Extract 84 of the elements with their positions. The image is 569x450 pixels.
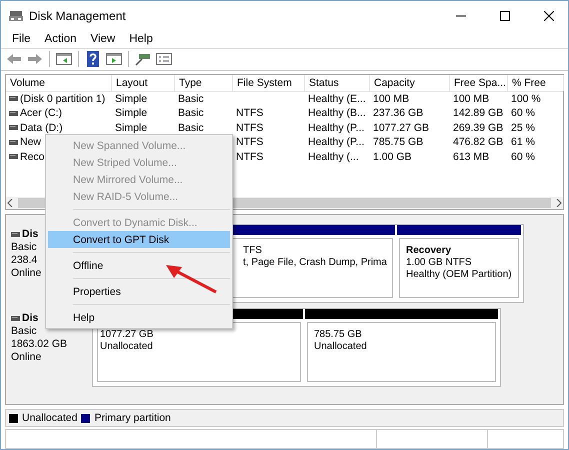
drive-icon (9, 140, 18, 145)
column-header[interactable]: Type (175, 74, 233, 91)
partition-info: Healthy (OEM Partition) (406, 269, 512, 280)
maximize-icon (500, 11, 510, 21)
disk-info: Basic (11, 241, 37, 254)
table-cell: (Disk 0 partition 1) (20, 92, 106, 105)
table-cell: Healthy (E... (308, 92, 366, 105)
table-cell: 142.89 GB (453, 107, 504, 120)
disk-info: Online (11, 351, 42, 364)
table-cell: 476.82 GB (453, 136, 504, 148)
table-cell: Healthy (... (308, 150, 359, 163)
drive-icon (9, 125, 18, 130)
table-cell: 60 % (511, 150, 535, 163)
menu-item[interactable]: Help (122, 33, 160, 46)
column-header[interactable]: File System (233, 74, 305, 91)
drive-icon (9, 96, 18, 102)
disk-info: Basic (11, 325, 37, 338)
partition-block[interactable]: Recovery 1.00 GB NTFS Healthy (OEM Partition) (399, 238, 519, 298)
disk-info: Online (11, 267, 42, 280)
drive-icon (9, 110, 18, 116)
disk-info: 238.4 (11, 254, 38, 266)
table-cell: 613 MB (453, 150, 490, 163)
partition-info: t, Page File, Crash Dump, Prima (243, 257, 387, 268)
help-button[interactable] (84, 50, 102, 68)
table-cell: NTFS (236, 122, 264, 134)
annotation-arrow (164, 263, 219, 295)
table-cell: 100 % (511, 92, 541, 105)
table-cell: 237.36 GB (373, 107, 424, 120)
table-cell: Data (D:) (20, 122, 63, 134)
column-header[interactable]: Status (305, 74, 370, 91)
partition-block[interactable]: 785.75 GB Unallocated (307, 322, 496, 382)
table-cell: Healthy (B... (308, 107, 366, 120)
table-cell: 100 MB (453, 92, 490, 105)
partition-info: 785.75 GB (314, 329, 362, 340)
partition-info: 1.00 GB NTFS (406, 257, 472, 268)
table-cell: Reco (20, 150, 45, 163)
disk-name: Dis (22, 228, 38, 240)
table-cell: Basic (178, 92, 204, 105)
drive-icon (11, 232, 20, 237)
column-header[interactable]: Layout (112, 74, 175, 91)
table-cell: Simple (115, 122, 148, 134)
menu-item[interactable]: Convert to GPT Disk (48, 231, 230, 248)
legend-label: Unallocated (22, 412, 78, 424)
table-cell: NTFS (236, 107, 264, 120)
table-cell: Basic (178, 107, 204, 120)
partition-info: Unallocated (100, 341, 153, 352)
close-icon (544, 11, 554, 21)
table-cell: New (20, 136, 42, 148)
scroll-right-icon[interactable] (555, 199, 563, 208)
table-cell: Basic (178, 122, 204, 134)
drive-icon (11, 316, 20, 321)
partition-title: Recovery (406, 245, 452, 256)
disk-info: 1863.02 GB (11, 338, 68, 350)
column-header[interactable]: Free Spa... (450, 74, 508, 91)
column-header[interactable]: Volume (6, 74, 112, 91)
table-cell: 1.00 GB (373, 150, 412, 163)
column-header[interactable]: % Free (508, 74, 564, 91)
table-cell: Acer (C:) (20, 107, 62, 120)
table-cell: Simple (115, 107, 148, 120)
table-cell: 100 MB (373, 92, 410, 105)
table-cell: 61 % (511, 136, 535, 148)
table-cell: 1077.27 GB (373, 122, 430, 134)
table-cell: Healthy (P... (308, 136, 364, 148)
partition-info: TFS (243, 245, 262, 256)
scroll-left-icon[interactable] (6, 199, 14, 208)
window-title: Disk Management (29, 9, 127, 23)
table-cell: 60 % (511, 107, 535, 120)
table-cell: Healthy (P... (308, 122, 364, 134)
menu-item[interactable]: File (5, 33, 38, 46)
drive-icon (9, 154, 18, 160)
menu-item[interactable]: Action (38, 33, 84, 46)
partition-info: Unallocated (314, 341, 367, 352)
column-header[interactable]: Capacity (370, 74, 450, 91)
table-cell: 25 % (511, 122, 535, 134)
table-cell: NTFS (236, 136, 264, 148)
table-cell: 269.39 GB (453, 122, 504, 134)
table-cell: Simple (115, 92, 148, 105)
disk-name: Dis (22, 312, 38, 324)
legend-label: Primary partition (94, 412, 171, 424)
table-cell: 785.75 GB (373, 136, 424, 148)
partition-info: 1077.27 GB (100, 329, 154, 340)
app-icon (9, 10, 23, 22)
menu-item[interactable]: View (84, 33, 122, 46)
table-cell: NTFS (236, 150, 264, 163)
